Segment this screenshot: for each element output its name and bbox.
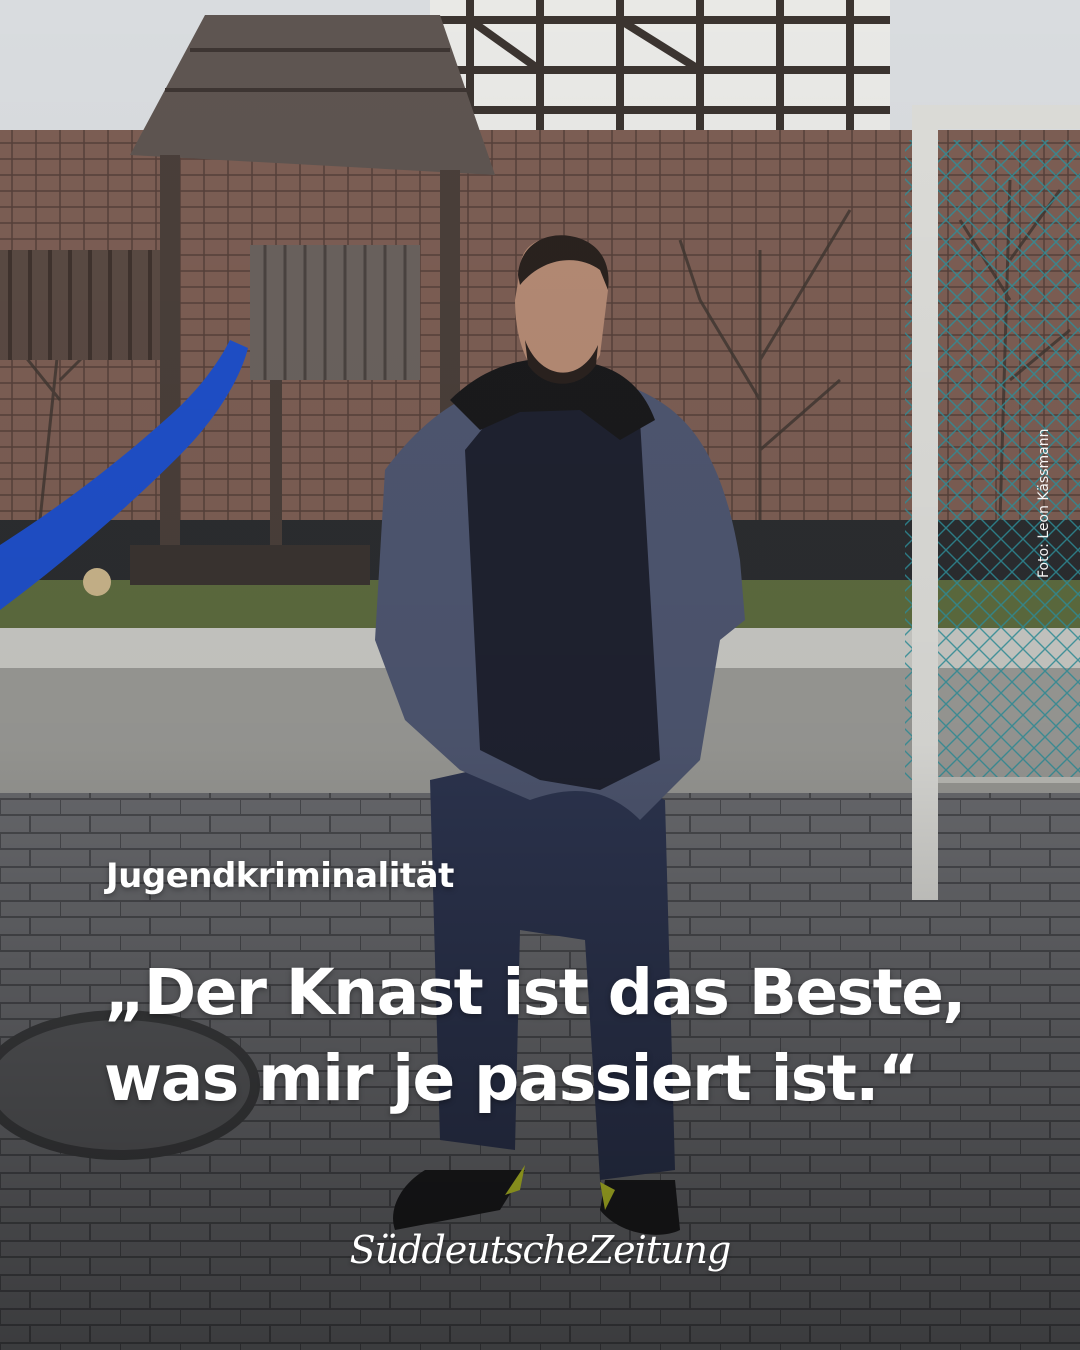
background-photo (0, 0, 1080, 1350)
photo-credit: Foto: Leon Kässmann (1036, 428, 1052, 578)
headline-line-2: was mir je passiert ist.“ (104, 1042, 919, 1115)
sz-logo: SüddeutscheZeitung (349, 1228, 732, 1272)
social-post-card: Foto: Leon Kässmann Jugendkriminalität „… (0, 0, 1080, 1350)
headline-quote: „Der Knast ist das Beste, was mir je pas… (104, 950, 1004, 1122)
topic-kicker: Jugendkriminalität (106, 856, 454, 896)
bottom-shade (0, 0, 1080, 1350)
headline-line-1: „Der Knast ist das Beste, (104, 956, 966, 1029)
